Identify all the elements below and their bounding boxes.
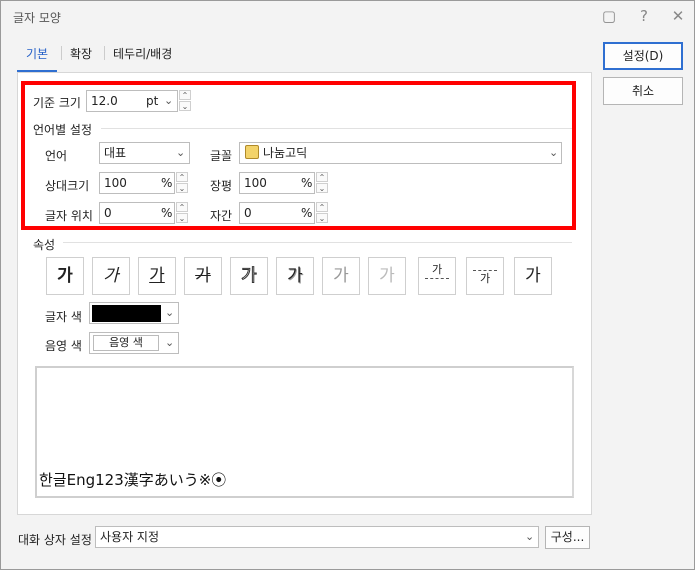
normal-button[interactable]: 가: [514, 257, 552, 295]
superscript-button[interactable]: 가: [418, 257, 456, 295]
outline-button[interactable]: 가: [230, 257, 268, 295]
italic-button[interactable]: 가: [92, 257, 130, 295]
tab-divider: [104, 46, 105, 60]
tab-extended[interactable]: 확장: [70, 45, 92, 62]
subscript-button[interactable]: 가: [466, 257, 504, 295]
close-icon[interactable]: ✕: [665, 5, 691, 27]
dialog-window: 글자 모양 ▢ ? ✕ 기본 확장 테두리/배경 기준 크기 12.0 pt ⌄…: [0, 0, 695, 570]
emboss-button[interactable]: 가: [322, 257, 360, 295]
shade-color-picker[interactable]: 음영 색 ⌄: [89, 332, 179, 354]
preview-text: 한글Eng123漢字あいう※⦿: [39, 471, 227, 489]
underline-button[interactable]: 가: [138, 257, 176, 295]
window-title: 글자 모양: [13, 11, 61, 25]
strikethrough-button[interactable]: 가: [184, 257, 222, 295]
title-bar: 글자 모양 ▢ ? ✕: [1, 1, 694, 32]
section-divider: [63, 242, 572, 243]
highlight-box: [21, 81, 576, 230]
shade-color-label: 음영 색: [45, 339, 82, 353]
bold-button[interactable]: 가: [46, 257, 84, 295]
tab-border-background[interactable]: 테두리/배경: [113, 45, 172, 62]
chevron-down-icon[interactable]: ⌄: [525, 527, 534, 547]
attributes-section-title: 속성: [33, 238, 56, 252]
cancel-button[interactable]: 취소: [603, 77, 683, 105]
subscript-glyph: 가: [479, 272, 491, 285]
text-color-label: 글자 색: [45, 310, 82, 324]
shade-color-value: 음영 색: [93, 335, 159, 351]
chevron-down-icon[interactable]: ⌄: [165, 333, 174, 353]
dialog-setting-value: 사용자 지정: [100, 530, 160, 544]
chevron-down-icon[interactable]: ⌄: [165, 303, 174, 323]
tab-basic[interactable]: 기본: [26, 45, 48, 62]
help-icon[interactable]: ?: [631, 5, 657, 27]
preview-box: 한글Eng123漢字あいう※⦿: [35, 366, 574, 498]
text-color-swatch: [92, 305, 161, 322]
ok-button[interactable]: 설정(D): [603, 42, 683, 70]
shadow-button[interactable]: 가: [276, 257, 314, 295]
dialog-setting-select[interactable]: 사용자 지정 ⌄: [95, 526, 539, 548]
tab-divider: [61, 46, 62, 60]
comment-icon[interactable]: ▢: [596, 5, 622, 27]
configure-button[interactable]: 구성...: [545, 526, 590, 549]
engrave-button[interactable]: 가: [368, 257, 406, 295]
superscript-glyph: 가: [431, 263, 443, 276]
dialog-setting-label: 대화 상자 설정: [18, 533, 92, 547]
